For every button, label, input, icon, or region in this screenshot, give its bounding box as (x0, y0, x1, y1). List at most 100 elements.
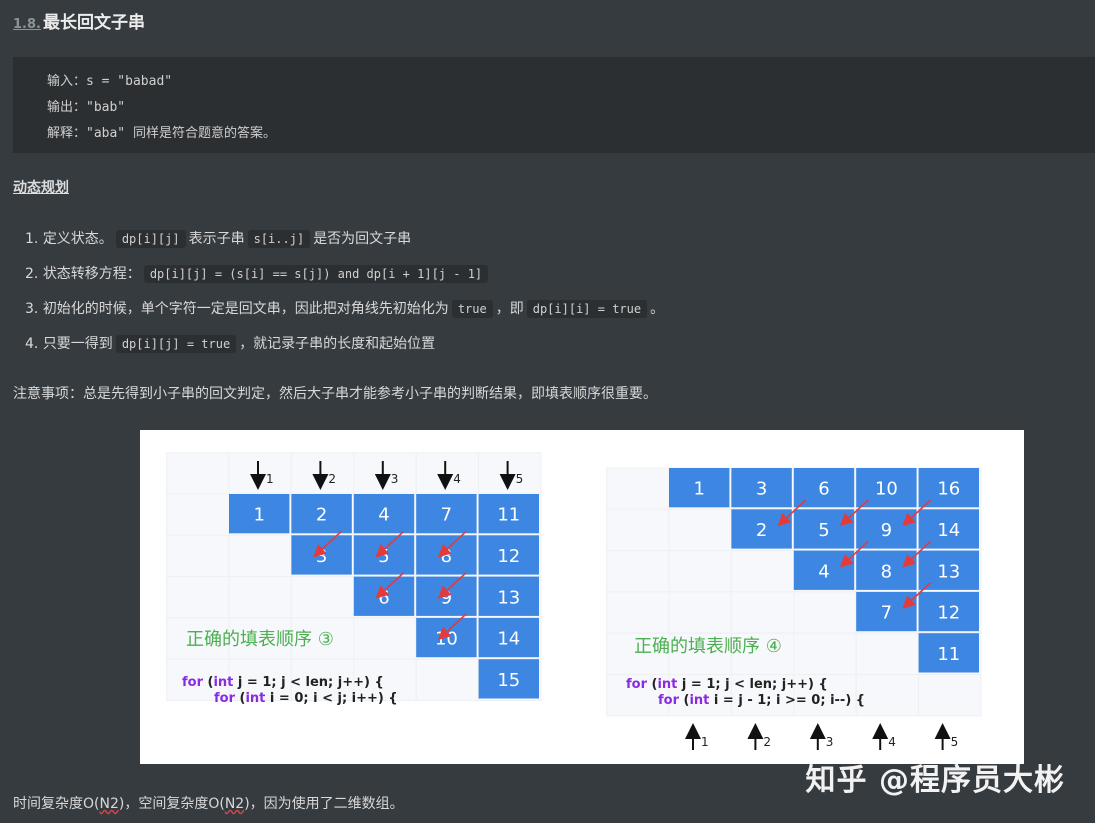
column-arrow-label: 3 (826, 735, 834, 749)
section-heading: 1.8. 最长回文子串 (13, 8, 145, 33)
column-arrow-label: 5 (516, 472, 524, 486)
grid-bg-cell (166, 576, 230, 619)
inline-code: dp[i][j] = true (115, 335, 237, 353)
left-code-line-2: for (int i = 0; i < j; i++) { (214, 691, 398, 706)
dp-cell-label: 1 (693, 479, 704, 500)
code-token: int (245, 691, 265, 706)
dp-cell-label: 6 (818, 479, 829, 500)
dp-cell-label: 5 (818, 520, 829, 541)
example-explain-line: 解释："aba" 同样是符合题意的答案。 (47, 126, 276, 141)
column-arrow-label: 1 (701, 735, 709, 749)
dp-cell-label: 14 (497, 629, 520, 650)
footer-text: )，因为使用了二维数组。 (244, 796, 404, 812)
grid-bg-cell (166, 534, 230, 578)
code-token: ( (679, 693, 689, 708)
footer-term: N2 (224, 796, 245, 812)
grid-bg-cell (730, 591, 795, 634)
dp-cell-label: 2 (756, 520, 767, 541)
code-token: for (626, 677, 648, 692)
grid-bg-cell (228, 576, 292, 619)
column-arrow-label: 5 (951, 735, 959, 749)
inline-code: dp[i][j] (115, 230, 186, 248)
grid-bg-cell (353, 452, 417, 495)
list-text: 只要一得到 (42, 336, 113, 352)
grid-bg-cell (918, 674, 982, 717)
grid-bg-cell (606, 508, 670, 552)
footer-term: N2 (99, 796, 119, 812)
list-text: 状态转移方程： (42, 266, 141, 282)
dp-cell-label: 13 (497, 587, 520, 608)
dp-cell-label: 15 (497, 670, 520, 691)
code-token: j = 1; j < len; j++) { (233, 675, 383, 690)
column-arrow-label: 4 (888, 735, 896, 749)
grid-bg-cell (855, 632, 920, 675)
grid-bg-cell (166, 493, 230, 536)
dp-cell-label: 16 (937, 479, 960, 500)
dp-cell-label: 11 (497, 505, 520, 526)
column-arrow-label: 2 (328, 472, 336, 486)
grid-bg-cell (166, 452, 230, 495)
footer-text: )，空间复杂度O( (118, 796, 225, 812)
inline-code: true (451, 300, 493, 318)
column-arrow-label: 2 (763, 735, 771, 749)
grid-bg-cell (668, 508, 732, 552)
list-text: ，就记录子串的长度和起始位置 (239, 336, 436, 352)
zhihu-watermark: 知乎 @程序员大彬 (805, 763, 1065, 798)
right-code-line-2: for (int i = j - 1; i >= 0; i--) { (658, 693, 865, 708)
grid-bg-cell (730, 550, 795, 593)
dp-cell-label: 14 (937, 520, 960, 541)
dp-cell-label: 8 (881, 561, 892, 582)
left-grid: 1 2 4 7 113 5 8 126 9 1310 14151 2 3 4 5 (166, 452, 542, 701)
dp-cell-label: 2 (316, 505, 327, 526)
list-number: 3. (25, 301, 39, 317)
code-token: for (214, 691, 236, 706)
note-text: 注意事项：总是先得到小子串的回文判定，然后大子串才能参考小子串的判断结果，即填表… (13, 386, 657, 402)
dp-cell-label: 12 (497, 546, 520, 567)
grid-bg-cell (228, 534, 292, 578)
heading-number[interactable]: 1.8. (13, 17, 41, 32)
dp-fill-order-figure: 1 2 4 7 11 3 5 8 12 6 9 13 10 14 15 1 2 3 4 5 1 3 6 10 16 2 5 9 14 4… (140, 430, 1024, 764)
grid-bg-cell (606, 591, 670, 634)
column-arrow-label: 3 (391, 472, 399, 486)
grid-bg-cell (668, 591, 732, 634)
grid-bg-cell (855, 674, 920, 717)
grid-bg-cell (606, 550, 670, 593)
dp-fill-order-svg: 1 2 4 7 113 5 8 126 9 1310 14151 2 3 4 5 1 3 6 10 162 5 9 144… (166, 452, 982, 750)
left-caption: 正确的填表顺序 ③ (186, 629, 334, 650)
list-text: ，即 (495, 301, 524, 317)
list-number: 2. (25, 266, 39, 282)
heading-title: 最长回文子串 (42, 13, 145, 33)
list-item: 2. 状态转移方程： dp[i][j] = (s[i] == s[j]) and … (25, 263, 491, 283)
dp-cell-label: 12 (937, 603, 960, 624)
code-token: ( (647, 677, 657, 692)
grid-bg-cell (793, 632, 857, 675)
grid-bg-cell (228, 452, 292, 495)
example-output-line: 输出："bab" (47, 100, 126, 115)
dp-cell-label: 7 (881, 603, 892, 624)
code-token: i = j - 1; i >= 0; i--) { (709, 693, 865, 708)
list-item: 3. 初始化的时候，单个字符一定是回文串，因此把对角线先初始化为 true ，即 dp… (25, 298, 664, 318)
list-text: 是否为回文子串 (313, 231, 412, 247)
grid-bg-cell (478, 452, 542, 495)
section-title: 动态规划 (13, 180, 69, 196)
dp-cell-label: 11 (937, 644, 960, 665)
code-token: for (658, 693, 680, 708)
dp-cell-label: 9 (881, 520, 892, 541)
list-number: 4. (25, 336, 39, 352)
dp-cell-label: 7 (441, 505, 452, 526)
inline-code: dp[i][i] = true (526, 300, 648, 318)
code-token: i = 0; i < j; i++) { (265, 691, 397, 706)
list-text: 初始化的时候，单个字符一定是回文串，因此把对角线先初始化为 (42, 301, 449, 317)
example-code-block: 输入：s = "babad" 输出："bab" 解释："aba" 同样是符合题意… (13, 57, 1095, 153)
grid-bg-cell (290, 452, 355, 495)
grid-bg-cell (793, 591, 857, 634)
dp-cell-label: 13 (937, 561, 960, 582)
list-text: 表示子串 (188, 231, 245, 247)
example-input-line: 输入：s = "babad" (47, 74, 173, 89)
dp-cell-label: 10 (875, 479, 898, 500)
list-number: 1. (25, 231, 39, 247)
grid-bg-cell (415, 452, 480, 495)
code-token: ( (203, 675, 213, 690)
footer-text: 时间复杂度O( (13, 796, 100, 812)
grid-bg-cell (668, 550, 732, 593)
